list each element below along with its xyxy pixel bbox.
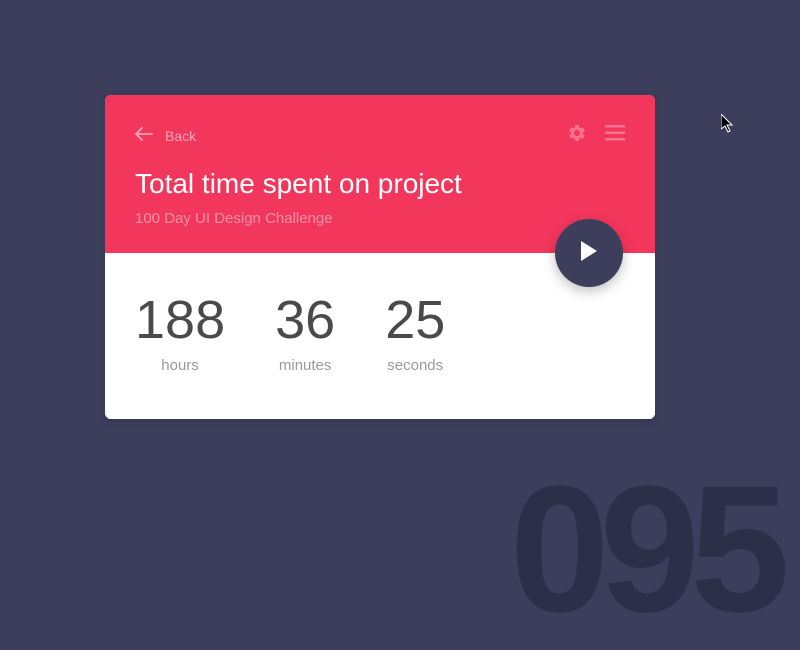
card-title: Total time spent on project — [135, 168, 625, 200]
minutes-group: 36 minutes — [275, 293, 335, 374]
play-button[interactable] — [555, 219, 623, 287]
seconds-group: 25 seconds — [385, 293, 445, 374]
background-number: 095 — [510, 460, 780, 640]
hours-group: 188 hours — [135, 293, 225, 374]
back-button[interactable]: Back — [135, 127, 196, 144]
menu-button[interactable] — [605, 125, 625, 146]
top-icons — [567, 123, 625, 148]
cursor-icon — [721, 114, 735, 139]
hamburger-icon — [605, 125, 625, 146]
card-subtitle: 100 Day UI Design Challenge — [135, 210, 625, 227]
back-label: Back — [165, 128, 196, 144]
play-icon — [579, 240, 599, 267]
timer-card: Back — [105, 95, 655, 419]
card-body: 188 hours 36 minutes 25 seconds — [105, 253, 655, 419]
minutes-value: 36 — [275, 293, 335, 347]
hours-value: 188 — [135, 293, 225, 347]
arrow-left-icon — [135, 127, 153, 144]
top-bar: Back — [135, 123, 625, 148]
gear-icon — [567, 123, 587, 148]
seconds-value: 25 — [385, 293, 445, 347]
settings-button[interactable] — [567, 123, 587, 148]
seconds-label: seconds — [387, 357, 443, 374]
minutes-label: minutes — [279, 357, 332, 374]
hours-label: hours — [161, 357, 199, 374]
